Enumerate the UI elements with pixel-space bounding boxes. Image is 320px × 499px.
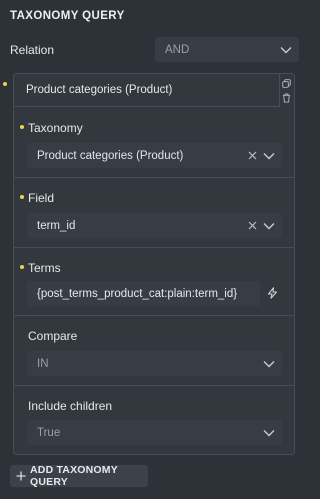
terms-label: Terms [28,261,61,275]
terms-field-group: Terms {post_terms_product_cat:plain:term… [14,248,294,316]
field-label: Field [28,191,55,205]
repeater-changed-indicator [3,82,7,86]
include-children-select[interactable]: True [27,420,282,445]
taxonomy-label: Taxonomy [28,121,83,135]
chevron-down-icon [261,149,277,163]
terms-input[interactable]: {post_terms_product_cat:plain:term_id} [27,281,260,306]
taxonomy-changed-indicator [20,125,24,129]
clear-icon[interactable] [245,219,259,233]
taxonomy-query-item: Product categories (Product) Taxonomy Pr… [13,73,295,455]
chevron-down-icon [278,43,294,57]
chevron-down-icon [261,426,277,440]
include-children-value: True [37,426,61,439]
compare-select[interactable]: IN [27,351,282,376]
field-field-group: Field term_id [14,178,294,248]
duplicate-icon[interactable] [281,78,291,88]
dynamic-data-icon[interactable] [264,285,280,301]
chevron-down-icon [261,357,277,371]
query-item-header[interactable]: Product categories (Product) [14,74,280,107]
add-taxonomy-query-label: ADD TAXONOMY QUERY [30,464,118,488]
panel-title: TAXONOMY QUERY [10,10,125,22]
field-select[interactable]: term_id [27,213,282,238]
query-item-actions [278,74,294,107]
taxonomy-select[interactable]: Product categories (Product) [27,143,282,168]
include-children-field-group: Include children True [14,386,294,454]
compare-value: IN [37,357,49,370]
field-value: term_id [37,219,76,232]
taxonomy-value: Product categories (Product) [37,149,184,162]
chevron-down-icon [261,219,277,233]
terms-changed-indicator [20,265,24,269]
relation-select[interactable]: AND [155,37,299,62]
add-taxonomy-query-button[interactable]: ADD TAXONOMY QUERY [10,464,148,488]
clear-icon[interactable] [245,149,259,163]
compare-label: Compare [28,329,78,343]
taxonomy-field-group: Taxonomy Product categories (Product) [14,108,294,178]
relation-label: Relation [10,43,55,57]
field-changed-indicator [20,195,24,199]
include-children-label: Include children [28,399,113,413]
compare-field-group: Compare IN [14,316,294,386]
relation-value: AND [165,43,190,56]
plus-icon [16,471,26,481]
trash-icon[interactable] [282,93,291,103]
